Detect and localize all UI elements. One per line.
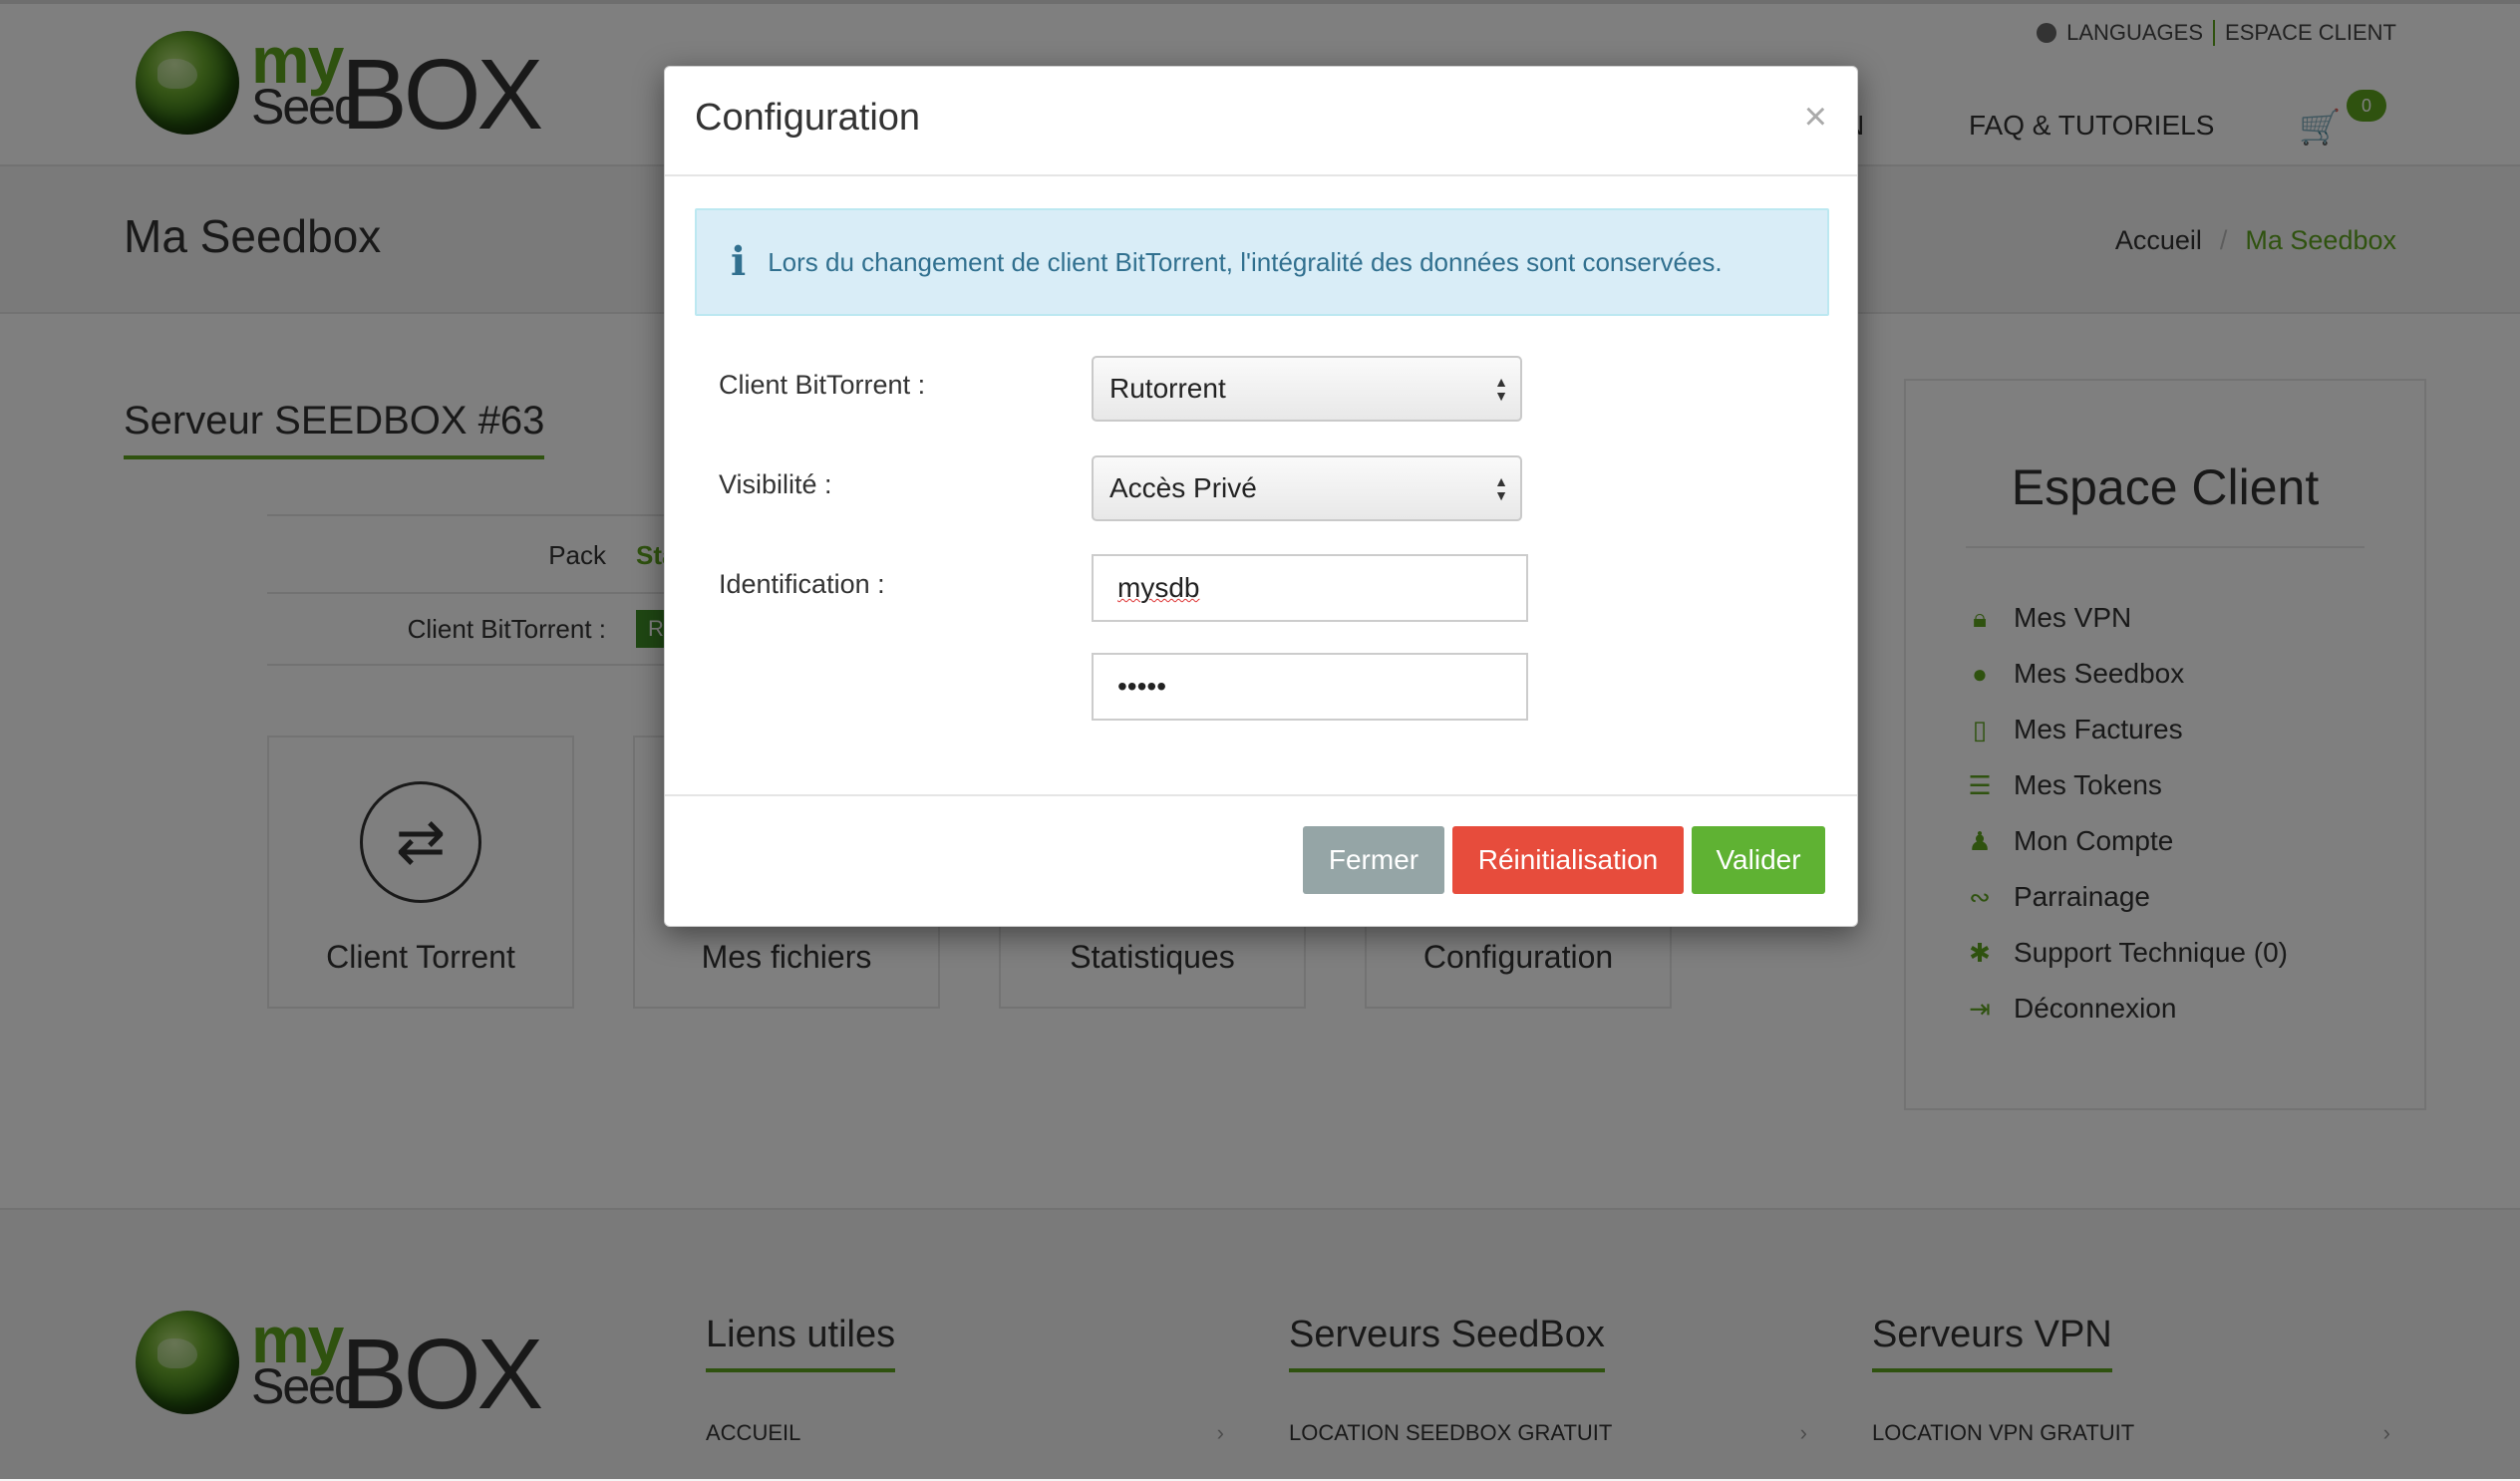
identification-label: Identification :: [719, 569, 885, 599]
reinitialisation-button[interactable]: Réinitialisation: [1452, 826, 1684, 894]
modal-title: Configuration: [695, 97, 921, 139]
password-value: •••••: [1117, 671, 1167, 702]
fermer-button[interactable]: Fermer: [1303, 826, 1444, 894]
info-alert: ℹ Lors du changement de client BitTorren…: [695, 208, 1829, 316]
configuration-modal: Configuration × ℹ Lors du changement de …: [664, 66, 1858, 927]
client-bittorrent-select[interactable]: Rutorrent ▲ ▼: [1092, 356, 1522, 422]
select-arrows-icon: ▲ ▼: [1494, 473, 1508, 503]
visibility-value: Accès Privé: [1109, 472, 1257, 503]
visibility-label: Visibilité :: [719, 469, 832, 499]
username-input[interactable]: mysdb: [1092, 554, 1528, 622]
alert-text: Lors du changement de client BitTorrent,…: [768, 246, 1723, 277]
client-bittorrent-label: Client BitTorrent :: [719, 370, 926, 400]
modal-header-divider: [665, 174, 1857, 176]
visibility-select[interactable]: Accès Privé ▲ ▼: [1092, 455, 1522, 521]
password-input[interactable]: •••••: [1092, 653, 1528, 721]
client-bittorrent-value: Rutorrent: [1109, 373, 1226, 404]
close-icon[interactable]: ×: [1804, 95, 1827, 140]
valider-button[interactable]: Valider: [1692, 826, 1825, 894]
modal-footer-divider: [665, 794, 1857, 796]
username-value: mysdb: [1117, 572, 1200, 603]
info-icon: ℹ: [731, 239, 747, 285]
select-arrows-icon: ▲ ▼: [1494, 374, 1508, 404]
